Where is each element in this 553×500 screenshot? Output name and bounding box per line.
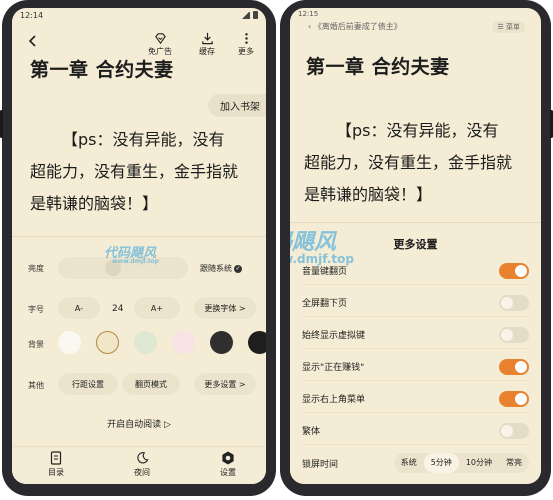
book-icon [50, 451, 62, 465]
toggle-knob [515, 361, 527, 373]
toggle-knob [501, 425, 513, 437]
ad-free-button[interactable]: 免广告 [140, 32, 180, 57]
night-nav-item[interactable]: 夜间 [122, 451, 162, 478]
cache-label: 缓存 [199, 47, 215, 56]
download-icon [201, 32, 213, 45]
setting-row-earning: 显示"正在赚钱" [302, 353, 529, 381]
left-phone: 12:14 免广告 缓存 更多 第一章 合约夫妻 加入书架 【ps：没有异能，没… [0, 0, 276, 496]
auto-read-button[interactable]: 开启自动阅读 ▷ [12, 417, 266, 430]
earning-toggle[interactable] [499, 359, 529, 375]
body-line: 是韩谦的脑袋！】 [304, 185, 433, 204]
chapter-body: 【ps：没有异能，没有 超能力，没有重生，金手指就 是韩谦的脑袋！】 [30, 124, 256, 220]
more-settings-button[interactable]: 更多设置 > [194, 373, 256, 395]
setting-row-lock-time: 锁屏时间 系统 5分钟 10分钟 常亮 [302, 449, 529, 477]
setting-row-fullscreen-next: 全屏翻下页 [302, 289, 529, 317]
signal-icon [242, 11, 250, 19]
setting-label: 显示右上角菜单 [302, 395, 366, 405]
setting-label: 繁体 [302, 427, 321, 437]
back-arrow-icon[interactable] [26, 34, 40, 48]
reader-header: ‹ 《离婚后前妻成了债主》 ☰ 菜单 [290, 18, 541, 34]
fullscreen-next-toggle[interactable] [499, 295, 529, 311]
body-line: 超能力，没有重生，金手指就 [30, 162, 239, 181]
more-button[interactable]: 更多 [226, 32, 266, 57]
volume-button [0, 110, 3, 138]
lock-option-system[interactable]: 系统 [394, 453, 424, 473]
setting-row-virtual-keys: 始终显示虚拟键 [302, 321, 529, 349]
bg-swatch-green[interactable] [134, 331, 157, 354]
lock-option-always[interactable]: 常亮 [499, 453, 529, 473]
menu-button[interactable]: ☰ 菜单 [492, 21, 525, 33]
bg-swatch-beige-selected[interactable] [96, 331, 119, 354]
change-font-button[interactable]: 更换字体 > [194, 297, 256, 319]
status-bar: 12:14 [12, 8, 266, 22]
menu-label: 菜单 [506, 23, 520, 31]
status-time: 12:15 [298, 10, 319, 18]
settings-label: 设置 [220, 468, 236, 477]
setting-label: 全屏翻下页 [302, 299, 348, 309]
reader-screen-left: 12:14 免广告 缓存 更多 第一章 合约夫妻 加入书架 【ps：没有异能，没… [12, 8, 266, 484]
setting-row-traditional: 繁体 [302, 417, 529, 445]
toc-label: 目录 [48, 468, 64, 477]
body-line: 【ps：没有异能，没有 [336, 121, 499, 140]
font-decrease-button[interactable]: A- [58, 297, 100, 319]
background-label: 背景 [28, 340, 44, 349]
top-menu-toggle[interactable] [499, 391, 529, 407]
chapter-body: 【ps：没有异能，没有 超能力，没有重生，金手指就 是韩谦的脑袋！】 [304, 115, 533, 211]
virtual-keys-toggle[interactable] [499, 327, 529, 343]
lock-option-10min[interactable]: 10分钟 [459, 453, 499, 473]
more-dots-icon [244, 33, 248, 44]
font-size-label: 字号 [28, 305, 44, 314]
volume-page-toggle[interactable] [499, 263, 529, 279]
toggle-knob [501, 297, 513, 309]
back-button[interactable]: ‹ 《离婚后前妻成了债主》 [308, 21, 402, 32]
font-size-value: 24 [112, 304, 124, 314]
bottom-nav: 目录 夜间 设置 [12, 446, 266, 484]
bg-swatch-dark[interactable] [210, 331, 233, 354]
traditional-toggle[interactable] [499, 423, 529, 439]
gear-icon [222, 451, 234, 465]
follow-system-label: 跟随系统 [200, 264, 232, 273]
brightness-label: 亮度 [28, 264, 44, 273]
diamond-icon [154, 33, 166, 45]
watermark-site: www.dmjf.top [290, 252, 354, 266]
setting-row-top-menu: 显示右上角菜单 [302, 385, 529, 413]
watermark-site: www.dmjf.top [112, 258, 159, 265]
chapter-title: 第一章 合约夫妻 [30, 59, 174, 81]
setting-label: 锁屏时间 [302, 459, 339, 470]
setting-label: 始终显示虚拟键 [302, 331, 366, 341]
battery-icon [253, 11, 258, 19]
right-phone: 12:15 ‹ 《离婚后前妻成了债主》 ☰ 菜单 第一章 合约夫妻 【ps：没有… [280, 0, 553, 496]
check-icon: ✓ [234, 264, 242, 273]
toggle-knob [515, 265, 527, 277]
moon-icon [136, 452, 148, 464]
reading-settings-panel: 亮度 跟随系统 ✓ 字号 A- 24 A+ 更换字体 > 背景 其他 行距设置 … [12, 236, 266, 484]
cache-button[interactable]: 缓存 [187, 32, 227, 57]
settings-nav-item[interactable]: 设置 [208, 451, 248, 478]
status-time: 12:14 [20, 10, 44, 20]
bg-swatch-black[interactable] [248, 331, 266, 354]
night-label: 夜间 [134, 468, 150, 477]
add-to-shelf-button[interactable]: 加入书架 [208, 94, 266, 117]
body-line: 超能力，没有重生，金手指就 [304, 153, 513, 172]
book-title: 《离婚后前妻成了债主》 [313, 22, 402, 31]
toc-nav-item[interactable]: 目录 [36, 451, 76, 478]
other-label: 其他 [28, 381, 44, 390]
page-mode-button[interactable]: 翻页模式 [122, 373, 180, 395]
more-label: 更多 [238, 47, 254, 56]
body-line: 是韩谦的脑袋！】 [30, 194, 159, 213]
reader-screen-right: 12:15 ‹ 《离婚后前妻成了债主》 ☰ 菜单 第一章 合约夫妻 【ps：没有… [290, 8, 541, 484]
chapter-title: 第一章 合约夫妻 [306, 56, 450, 78]
toggle-knob [501, 329, 513, 341]
lock-time-options: 系统 5分钟 10分钟 常亮 [393, 453, 529, 473]
toggle-knob [515, 393, 527, 405]
follow-system-toggle[interactable]: 跟随系统 ✓ [200, 263, 242, 274]
menu-icon: ☰ [497, 23, 506, 31]
bg-swatch-white[interactable] [58, 331, 81, 354]
lock-option-5min[interactable]: 5分钟 [423, 453, 459, 473]
line-spacing-button[interactable]: 行距设置 [58, 373, 118, 395]
bg-swatch-pink[interactable] [172, 331, 195, 354]
body-line: 【ps：没有异能，没有 [62, 130, 225, 149]
setting-label: 显示"正在赚钱" [302, 363, 365, 373]
font-increase-button[interactable]: A+ [134, 297, 180, 319]
